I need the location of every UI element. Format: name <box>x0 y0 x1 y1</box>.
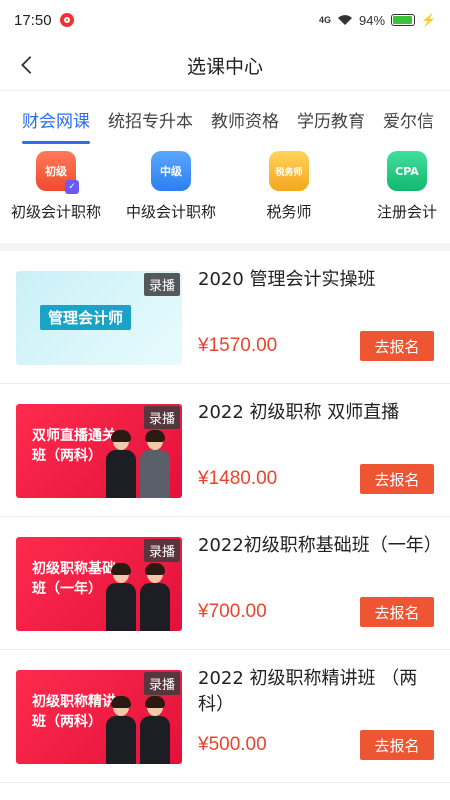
course-title: 2022 初级职称精讲班 （两科） <box>198 668 418 715</box>
signup-button[interactable]: 去报名 <box>360 331 434 361</box>
course-title: 2022 初级职称 双师直播 <box>198 402 400 423</box>
course-price: ¥700.00 <box>198 601 267 622</box>
course-price: ¥500.00 <box>198 734 267 755</box>
section-divider <box>0 243 450 251</box>
subcategory-label: 税务师 <box>266 203 312 221</box>
course-title: 2020 管理会计实操班 <box>198 269 376 290</box>
junior-accounting-icon: 初级 ✓ <box>36 151 79 194</box>
course-item[interactable]: 管理会计师 录播 2020 管理会计实操班 ¥1570.00 去报名 <box>0 251 450 384</box>
course-thumbnail: 管理会计师 录播 <box>16 271 182 365</box>
signup-button[interactable]: 去报名 <box>360 464 434 494</box>
category-tabs: 财会网课 统招专升本 教师资格 学历教育 爱尔信 <box>0 90 450 147</box>
subcategory-label: 初级会计职称 <box>10 203 101 221</box>
teacher-photos <box>106 696 170 764</box>
tab-teacher-qualification[interactable]: 教师资格 <box>211 101 279 138</box>
course-price: ¥1480.00 <box>198 468 278 489</box>
recorded-badge: 录播 <box>143 406 180 429</box>
subcategory-label: 注册会计 <box>376 203 437 221</box>
recorded-badge: 录播 <box>143 672 180 695</box>
intermediate-accounting-icon: 中级 <box>151 151 191 191</box>
subcategory-tax-advisor[interactable]: 税务师 税务师 <box>230 151 348 243</box>
course-thumbnail: 双师直播通关班（两科） 录播 <box>16 404 182 498</box>
status-right: 4G 94% ⚡ <box>319 13 436 28</box>
app-notification-icon <box>59 13 74 27</box>
subcategory-list: 初级 ✓ 初级会计职称 中级 中级会计职称 税务师 税务师 CPA 注册会计 <box>0 147 450 243</box>
tab-upgrade[interactable]: 统招专升本 <box>108 101 193 138</box>
page-title: 选课中心 <box>186 55 263 78</box>
signup-button[interactable]: 去报名 <box>360 730 434 760</box>
charging-icon: ⚡ <box>421 13 436 27</box>
subcategory-junior-accounting[interactable]: 初级 ✓ 初级会计职称 <box>0 151 112 243</box>
cpa-icon: CPA <box>387 151 427 191</box>
tab-degree-education[interactable]: 学历教育 <box>297 101 365 138</box>
teacher-photos <box>106 430 170 498</box>
subcategory-label: 中级会计职称 <box>125 203 216 221</box>
status-time: 17:50 <box>14 11 52 29</box>
network-4g-icon: 4G <box>319 15 332 25</box>
battery-percent: 94% <box>359 12 386 28</box>
wifi-icon <box>338 15 353 25</box>
tax-advisor-icon: 税务师 <box>269 151 309 191</box>
signup-button[interactable]: 去报名 <box>360 597 434 627</box>
course-title: 2022初级职称基础班（一年） <box>198 535 442 556</box>
course-thumbnail: 初级职称基础班（一年） 录播 <box>16 537 182 631</box>
subcategory-intermediate-accounting[interactable]: 中级 中级会计职称 <box>112 151 230 243</box>
course-item[interactable]: 初级职称精讲班（两科） 录播 2022 初级职称精讲班 （两科） ¥500.00… <box>0 650 450 783</box>
tab-aierxin[interactable]: 爱尔信 <box>383 101 434 138</box>
course-price: ¥1570.00 <box>198 335 278 356</box>
recorded-badge: 录播 <box>143 273 180 296</box>
battery-icon <box>391 14 416 26</box>
subcategory-cpa[interactable]: CPA 注册会计 <box>348 151 450 243</box>
course-item[interactable]: 初级职称基础班（一年） 录播 2022初级职称基础班（一年） ¥700.00 去… <box>0 517 450 650</box>
status-bar: 17:50 4G 94% ⚡ <box>0 0 450 40</box>
title-bar: 选课中心 <box>0 40 450 90</box>
teacher-photos <box>106 563 170 631</box>
course-thumbnail: 初级职称精讲班（两科） 录播 <box>16 670 182 764</box>
chevron-left-icon <box>21 56 32 74</box>
tab-finance-accounting[interactable]: 财会网课 <box>22 101 90 144</box>
back-button[interactable] <box>14 52 40 78</box>
recorded-badge: 录播 <box>143 539 180 562</box>
course-item[interactable]: 双师直播通关班（两科） 录播 2022 初级职称 双师直播 ¥1480.00 去… <box>0 384 450 517</box>
